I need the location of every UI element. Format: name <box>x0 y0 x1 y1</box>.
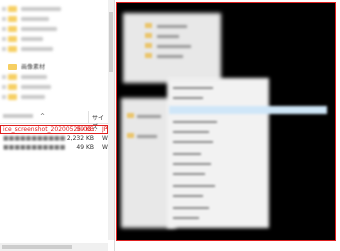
tree-item-label <box>21 85 51 89</box>
folder-icon <box>145 23 152 28</box>
file-size: 99 KB <box>76 126 94 133</box>
file-type: JP <box>102 126 108 133</box>
tree-item-label <box>21 95 45 99</box>
column-header: ^ サイズ <box>0 111 108 131</box>
folder-icon <box>127 113 134 118</box>
preview-window <box>123 13 221 83</box>
preview-menu-item <box>173 195 203 197</box>
scrollbar-thumb[interactable] <box>109 12 113 72</box>
preview-menu-item <box>173 141 213 143</box>
folder-icon <box>8 74 17 80</box>
expand-icon[interactable] <box>2 95 6 99</box>
expand-icon[interactable] <box>2 37 6 41</box>
folder-icon <box>8 84 17 90</box>
file-name: ■■■■■■■■■■■ <box>3 144 66 151</box>
folder-icon <box>8 94 17 100</box>
preview-menu-item <box>173 121 217 123</box>
tree-item[interactable] <box>0 82 112 92</box>
tree-item[interactable] <box>0 4 112 14</box>
tree-item[interactable] <box>0 44 112 54</box>
image-preview <box>116 2 336 241</box>
expand-icon[interactable] <box>2 17 6 21</box>
folder-icon <box>8 6 17 12</box>
tree-item-label <box>21 37 43 41</box>
preview-menu-item <box>173 207 209 209</box>
preview-menu-item <box>173 217 199 219</box>
folder-icon <box>145 53 152 58</box>
folder-icon <box>145 33 152 38</box>
tree-item[interactable] <box>0 92 112 102</box>
preview-menu-item <box>173 153 201 155</box>
expand-icon[interactable] <box>2 27 6 31</box>
sort-ascending-icon[interactable]: ^ <box>40 113 45 120</box>
expand-icon[interactable] <box>2 75 6 79</box>
tree-item[interactable] <box>0 24 112 34</box>
folder-icon <box>8 16 17 22</box>
preview-highlighted-item <box>169 106 327 114</box>
preview-text <box>157 55 183 58</box>
folder-icon <box>8 64 17 70</box>
folder-icon <box>8 46 17 52</box>
column-divider[interactable] <box>88 111 89 123</box>
tree-item-label <box>21 17 49 21</box>
preview-text <box>157 25 187 28</box>
expand-icon[interactable] <box>2 47 6 51</box>
tree-item-image-assets[interactable] <box>0 62 112 72</box>
folder-icon <box>145 43 152 48</box>
file-size: 49 KB <box>76 144 94 151</box>
file-row-selected[interactable]: ice_screenshot_20200525-03... 99 KB JP <box>0 125 108 134</box>
preview-text <box>137 115 161 118</box>
folder-tree <box>0 0 112 104</box>
expand-icon[interactable] <box>2 7 6 11</box>
folder-icon <box>127 133 134 138</box>
preview-text <box>137 135 157 138</box>
tree-item[interactable] <box>0 34 112 44</box>
scrollbar-thumb[interactable] <box>2 245 72 249</box>
file-name: ■■■■■■■■■■■ <box>3 135 66 142</box>
file-row[interactable]: ■■■■■■■■■■■ 49 KB W <box>0 143 108 152</box>
preview-menu-item <box>173 185 215 187</box>
preview-text <box>157 45 191 48</box>
preview-menu-item <box>173 97 203 99</box>
tree-item-label: 画像素材 <box>21 64 46 71</box>
file-size: 2,232 KB <box>66 135 94 142</box>
tree-item[interactable] <box>0 72 112 82</box>
tree-item-label <box>21 7 61 11</box>
folder-icon <box>8 36 17 42</box>
tree-item-label <box>21 47 53 51</box>
file-row[interactable]: ■■■■■■■■■■■ 2,232 KB W <box>0 134 108 143</box>
tree-item-label <box>21 27 57 31</box>
folder-icon <box>8 26 17 32</box>
file-type: W <box>102 144 108 151</box>
preview-menu-item <box>173 87 213 89</box>
file-type: W <box>102 135 108 142</box>
preview-menu-item <box>173 173 205 175</box>
explorer-pane: 画像素材 ^ サイズ ice_screenshot_20200525-03...… <box>0 0 115 251</box>
horizontal-scrollbar[interactable] <box>0 243 108 251</box>
column-name-header[interactable] <box>3 114 33 118</box>
preview-text <box>157 35 179 38</box>
preview-menu-item <box>173 163 211 165</box>
preview-menu-item <box>173 131 209 133</box>
vertical-scrollbar[interactable] <box>108 0 114 240</box>
tree-item-label <box>21 75 47 79</box>
tree-item[interactable] <box>0 14 112 24</box>
expand-icon[interactable] <box>2 85 6 89</box>
